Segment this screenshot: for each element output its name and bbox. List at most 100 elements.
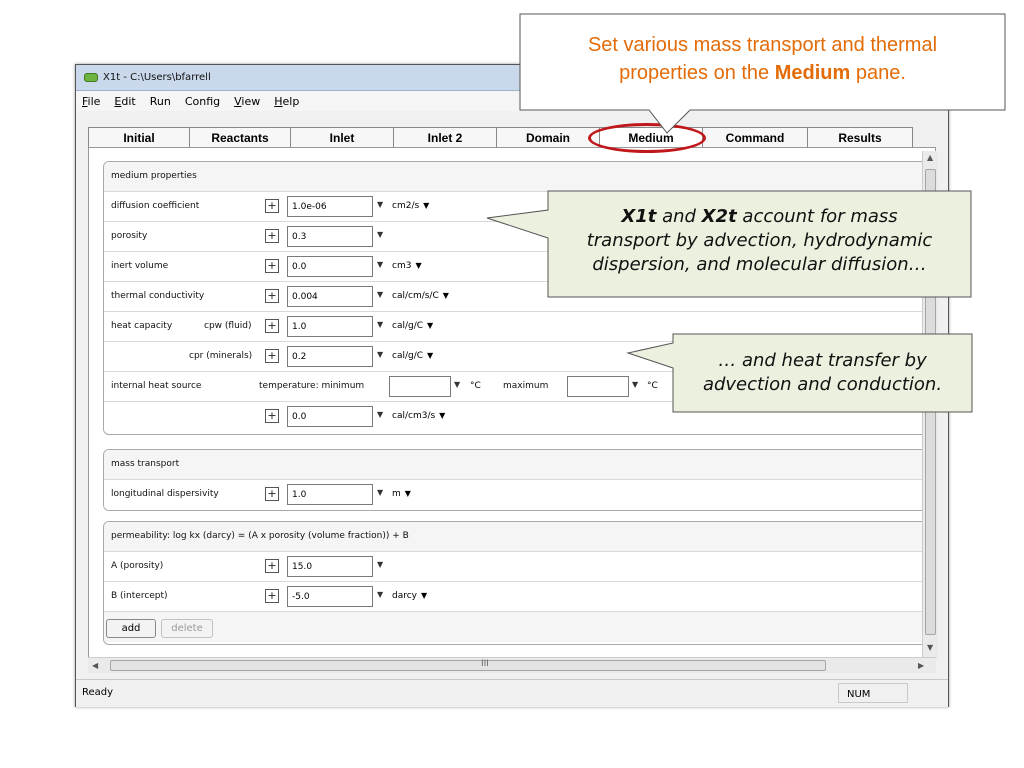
heat-source-min-unit: °C [470,381,481,391]
scroll-grip: III [481,659,489,669]
heat-capacity-minerals-unit-select[interactable]: cal/g/C ▼ [392,351,433,361]
heat-capacity-fluid-label: cpw (fluid) [204,321,252,331]
heat-transfer-callout-text: … and heat transfer by advection and con… [702,350,943,395]
tab-command[interactable]: Command [702,127,808,147]
medium-properties-header: medium properties [104,162,928,192]
thermal-conductivity-input[interactable]: 0.004 [287,286,373,307]
scroll-down-icon[interactable]: ▼ [927,643,933,652]
perm-b-unit-select[interactable]: darcy ▼ [392,591,427,601]
perm-a-plus-button[interactable]: + [265,559,279,573]
heat-source-min-dropdown-icon[interactable]: ▼ [454,380,460,389]
dispersivity-dropdown-icon[interactable]: ▼ [377,488,383,497]
delete-button[interactable]: delete [161,619,213,638]
menu-config[interactable]: Config [185,95,220,108]
heat-capacity-minerals-dropdown-icon[interactable]: ▼ [377,350,383,359]
tab-domain[interactable]: Domain [496,127,600,147]
perm-b-row: B (intercept) + -5.0 ▼ darcy ▼ [104,582,928,612]
heat-source-max-input[interactable] [567,376,629,397]
mass-transport-title: mass transport [111,459,180,469]
perm-b-plus-button[interactable]: + [265,589,279,603]
perm-a-dropdown-icon[interactable]: ▼ [377,560,383,569]
heat-source-max-label: maximum [503,381,549,391]
heat-capacity-minerals-label: cpr (minerals) [189,351,253,361]
horizontal-scrollbar[interactable]: ◀ III ▶ [88,657,936,673]
perm-a-row: A (porosity) + 15.0 ▼ [104,552,928,582]
heat-source-temp-label: temperature: minimum [259,381,365,391]
mass-transport-callout-text: X1t and X2t account for mass transport b… [586,206,933,275]
dispersivity-label: longitudinal dispersivity [111,489,219,499]
thermal-conductivity-unit-select[interactable]: cal/cm/s/C ▼ [392,291,449,301]
status-text: Ready [82,687,114,698]
heat-capacity-fluid-plus-button[interactable]: + [265,319,279,333]
mass-transport-header: mass transport [104,450,928,480]
heat-capacity-fluid-dropdown-icon[interactable]: ▼ [377,320,383,329]
porosity-dropdown-icon[interactable]: ▼ [377,230,383,239]
menu-view[interactable]: View [234,95,260,108]
diffusion-plus-button[interactable]: + [265,199,279,213]
perm-a-input[interactable]: 15.0 [287,556,373,577]
inert-volume-input[interactable]: 0.0 [287,256,373,277]
menu-run[interactable]: Run [150,95,171,108]
horizontal-scroll-thumb[interactable]: III [110,659,826,671]
add-button[interactable]: add [106,619,156,638]
heat-capacity-fluid-input[interactable]: 1.0 [287,316,373,337]
heat-transfer-callout: … and heat transfer by advection and con… [626,333,973,413]
dispersivity-unit-select[interactable]: m ▼ [392,489,411,499]
permeability-header: permeability: log kx (darcy) = (A x poro… [104,522,928,552]
mass-transport-panel: mass transport longitudinal dispersivity… [103,449,929,511]
scroll-right-icon[interactable]: ▶ [918,661,924,670]
heat-source-input[interactable]: 0.0 [287,406,373,427]
perm-b-input[interactable]: -5.0 [287,586,373,607]
dispersivity-row: longitudinal dispersivity + 1.0 ▼ m ▼ [104,480,928,510]
porosity-label: porosity [111,231,148,241]
porosity-plus-button[interactable]: + [265,229,279,243]
menu-file[interactable]: File [82,95,100,108]
heat-capacity-fluid-unit-select[interactable]: cal/g/C ▼ [392,321,433,331]
window-title: X1t - C:\Users\bfarrell [103,72,211,83]
inert-volume-plus-button[interactable]: + [265,259,279,273]
medium-pane-callout: Set various mass transport and thermal p… [519,13,1006,134]
medium-pane-callout-text: Set various mass transport and thermal p… [587,34,938,84]
heat-source-plus-button[interactable]: + [265,409,279,423]
tab-inlet-2[interactable]: Inlet 2 [393,127,497,147]
diffusion-unit-select[interactable]: cm2/s ▼ [392,201,429,211]
dispersivity-input[interactable]: 1.0 [287,484,373,505]
diffusion-label: diffusion coefficient [111,201,200,211]
dispersivity-plus-button[interactable]: + [265,487,279,501]
tab-results[interactable]: Results [807,127,913,147]
tab-inlet[interactable]: Inlet [290,127,394,147]
status-bar: Ready NUM [76,679,948,707]
inert-volume-unit-select[interactable]: cm3 ▼ [392,261,422,271]
heat-capacity-minerals-plus-button[interactable]: + [265,349,279,363]
tab-reactants[interactable]: Reactants [189,127,291,147]
thermal-conductivity-dropdown-icon[interactable]: ▼ [377,290,383,299]
inert-volume-label: inert volume [111,261,169,271]
heat-source-dropdown-icon[interactable]: ▼ [377,410,383,419]
heat-capacity-label: heat capacity [111,321,173,331]
scroll-up-icon[interactable]: ▲ [927,153,933,162]
menu-edit[interactable]: Edit [114,95,135,108]
diffusion-input[interactable]: 1.0e-06 [287,196,373,217]
menu-help[interactable]: Help [274,95,299,108]
heat-source-min-input[interactable] [389,376,451,397]
scroll-left-icon[interactable]: ◀ [92,661,98,670]
app-icon [84,73,98,82]
thermal-conductivity-plus-button[interactable]: + [265,289,279,303]
heat-source-label: internal heat source [111,381,202,391]
perm-b-dropdown-icon[interactable]: ▼ [377,590,383,599]
medium-tab-highlight-ring [588,123,706,153]
heat-source-max-dropdown-icon[interactable]: ▼ [632,380,638,389]
thermal-conductivity-label: thermal conductivity [111,291,205,301]
perm-buttons-row [104,612,928,642]
permeability-title: permeability: log kx (darcy) = (A x poro… [111,531,409,541]
perm-b-label: B (intercept) [111,591,168,601]
tab-initial[interactable]: Initial [88,127,190,147]
tab-bar: Initial Reactants Inlet Inlet 2 Domain M… [88,127,916,147]
perm-a-label: A (porosity) [111,561,164,571]
inert-volume-dropdown-icon[interactable]: ▼ [377,260,383,269]
heat-capacity-minerals-input[interactable]: 0.2 [287,346,373,367]
heat-source-unit-select[interactable]: cal/cm3/s ▼ [392,411,445,421]
diffusion-dropdown-icon[interactable]: ▼ [377,200,383,209]
heat-source-max-unit: °C [647,381,658,391]
porosity-input[interactable]: 0.3 [287,226,373,247]
